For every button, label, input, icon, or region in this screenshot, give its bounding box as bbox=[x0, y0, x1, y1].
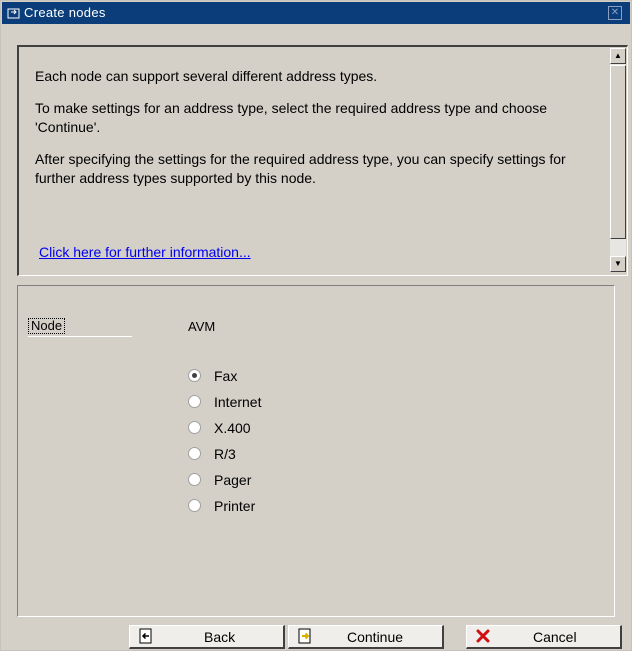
info-paragraph: Each node can support several different … bbox=[35, 68, 378, 84]
cancel-x-icon bbox=[476, 629, 490, 643]
radio-button[interactable] bbox=[188, 473, 201, 486]
close-icon[interactable]: ✕ bbox=[608, 6, 622, 20]
back-button-label: Back bbox=[204, 629, 236, 645]
continue-button-label: Continue bbox=[347, 629, 404, 645]
back-button[interactable]: Back bbox=[129, 625, 285, 649]
node-label-underline bbox=[28, 336, 132, 337]
info-panel: Each node can support several different … bbox=[17, 45, 628, 276]
node-form-panel: Node AVM Fax Internet X.400 R/3 Pager Pr… bbox=[17, 285, 615, 617]
continue-button[interactable]: Continue bbox=[288, 625, 444, 649]
radio-button[interactable] bbox=[188, 421, 201, 434]
window-icon bbox=[7, 8, 20, 19]
radio-label[interactable]: X.400 bbox=[214, 420, 251, 436]
window-title: Create nodes bbox=[24, 5, 106, 20]
continue-arrow-icon bbox=[298, 628, 311, 644]
radio-label[interactable]: R/3 bbox=[214, 446, 236, 462]
radio-label[interactable]: Printer bbox=[214, 498, 255, 514]
title-bar[interactable]: Create nodes ✕ bbox=[2, 2, 630, 24]
cancel-button[interactable]: Cancel bbox=[466, 625, 622, 649]
info-text: Each node can support several different … bbox=[35, 67, 595, 201]
scroll-up-icon[interactable]: ▲ bbox=[610, 48, 626, 64]
scroll-down-icon[interactable]: ▼ bbox=[610, 256, 626, 272]
info-paragraph: To make settings for an address type, se… bbox=[35, 100, 548, 135]
radio-label[interactable]: Pager bbox=[214, 472, 251, 488]
radio-button[interactable] bbox=[188, 395, 201, 408]
radio-label[interactable]: Internet bbox=[214, 394, 261, 410]
radio-label[interactable]: Fax bbox=[214, 368, 237, 384]
further-information-link[interactable]: Click here for further information... bbox=[39, 244, 251, 260]
cancel-button-label: Cancel bbox=[533, 629, 577, 645]
radio-button[interactable] bbox=[188, 447, 201, 460]
create-nodes-dialog: Create nodes ✕ Each node can support sev… bbox=[0, 0, 632, 651]
info-scrollbar[interactable]: ▲ ▼ bbox=[610, 48, 626, 272]
radio-button[interactable] bbox=[188, 369, 201, 382]
scroll-thumb[interactable] bbox=[610, 65, 626, 239]
back-arrow-icon bbox=[139, 628, 152, 644]
info-paragraph: After specifying the settings for the re… bbox=[35, 151, 566, 186]
node-value: AVM bbox=[188, 319, 216, 334]
radio-button[interactable] bbox=[188, 499, 201, 512]
node-label: Node bbox=[28, 318, 66, 334]
